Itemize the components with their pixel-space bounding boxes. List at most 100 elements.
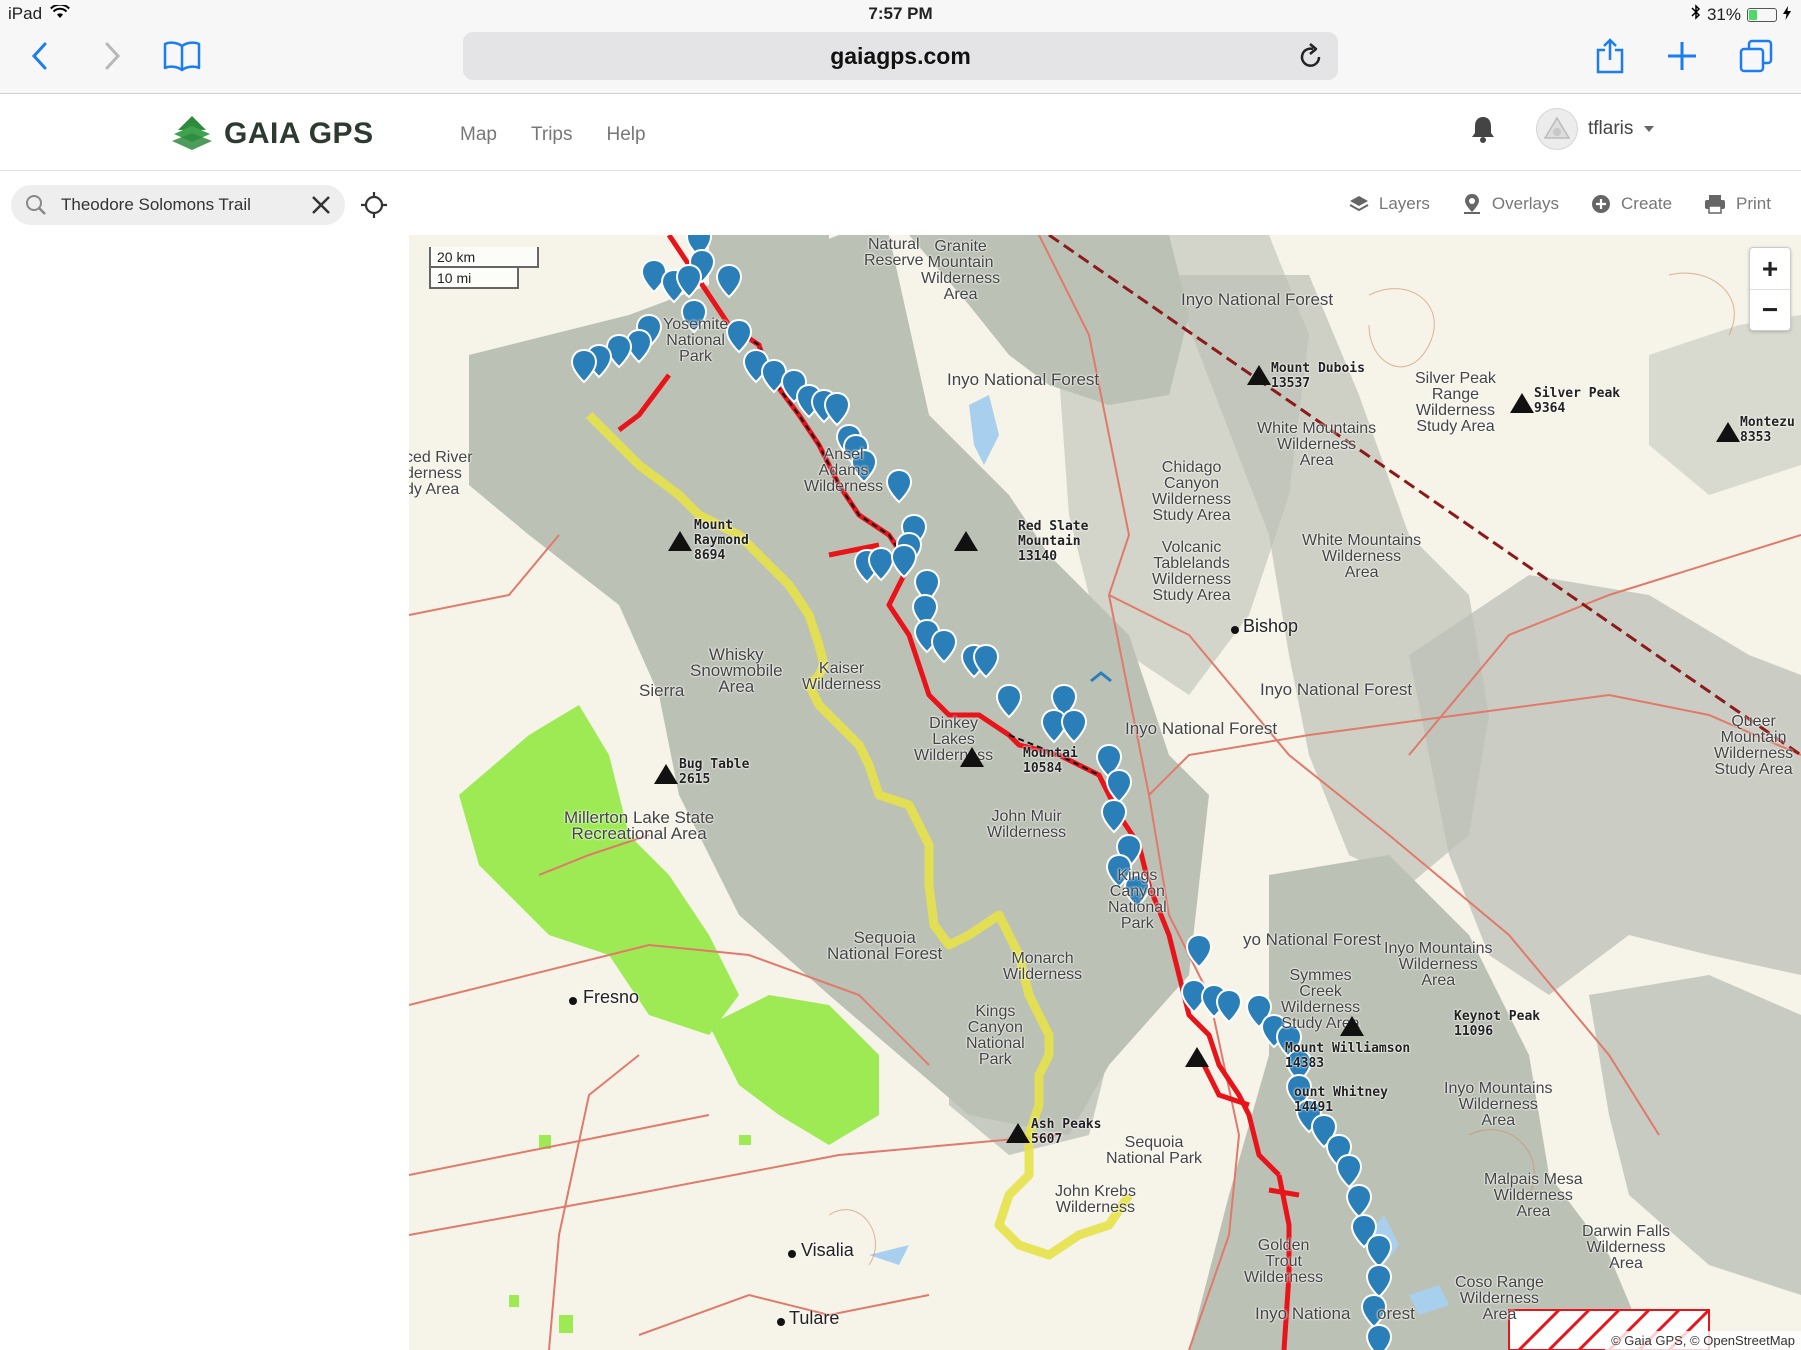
peak-label: ount Whitney 14491 bbox=[1294, 1085, 1388, 1115]
locate-button[interactable] bbox=[360, 191, 388, 224]
url-text: gaiagps.com bbox=[830, 42, 971, 69]
peak-icon bbox=[1185, 1047, 1209, 1067]
map-label: Granite Mountain Wilderness Area bbox=[921, 238, 1001, 303]
map-label: Yosemite National Park bbox=[663, 316, 729, 365]
crosshair-icon bbox=[361, 192, 387, 218]
map-attribution[interactable]: © Gaia GPS, © OpenStreetMap bbox=[1605, 1331, 1801, 1350]
user-avatar-icon bbox=[1543, 116, 1571, 139]
close-icon bbox=[312, 196, 330, 214]
plus-icon bbox=[1668, 42, 1696, 70]
caret-down-icon bbox=[1644, 126, 1655, 132]
map-label: Malpais Mesa Wilderness Area bbox=[1484, 1171, 1583, 1220]
clear-search-button[interactable] bbox=[309, 193, 333, 222]
map-label: Whisky Snowmobile Area bbox=[690, 645, 783, 696]
new-tab-button[interactable] bbox=[1662, 36, 1702, 76]
layers-label: Layers bbox=[1378, 194, 1430, 213]
map-label: Queer Mountain Wilderness Study Area bbox=[1714, 713, 1794, 778]
peak-label: Bug Table 2615 bbox=[679, 757, 750, 787]
mountain-logo-icon bbox=[172, 116, 212, 150]
share-button[interactable] bbox=[1590, 36, 1630, 76]
map-label: Inyo Nationa bbox=[1255, 1304, 1351, 1323]
city-bishop: Bishop bbox=[1243, 616, 1299, 636]
battery-percent: 31% bbox=[1706, 4, 1741, 24]
scale-km: 20 km bbox=[429, 247, 539, 268]
bell-icon bbox=[1472, 117, 1494, 143]
scale-bar: 20 km 10 mi bbox=[429, 247, 539, 289]
nav-help[interactable]: Help bbox=[607, 124, 646, 146]
map-label: ced River derness dy Area bbox=[409, 449, 473, 498]
chevron-left-icon bbox=[31, 42, 47, 70]
city-dot bbox=[788, 1250, 796, 1258]
city-tulare: Tulare bbox=[789, 1308, 840, 1328]
map-label: Kaiser Wilderness bbox=[802, 660, 882, 693]
status-bar: iPad 7:57 PM 31% bbox=[0, 0, 1801, 28]
peak-label: Mountai 10584 bbox=[1023, 746, 1078, 776]
zoom-in-button[interactable]: + bbox=[1750, 248, 1790, 289]
print-button[interactable]: Print bbox=[1704, 193, 1771, 215]
username: tflaris bbox=[1588, 118, 1634, 139]
zoom-control: + − bbox=[1749, 247, 1791, 331]
peak-icon bbox=[1510, 393, 1534, 413]
map-label: Inyo National Forest bbox=[1260, 680, 1413, 699]
printer-icon bbox=[1705, 195, 1726, 214]
tabs-button[interactable] bbox=[1736, 36, 1776, 76]
peak-label: Ash Peaks 5607 bbox=[1031, 1117, 1102, 1147]
back-button[interactable] bbox=[20, 36, 60, 76]
city-dot bbox=[777, 1318, 785, 1326]
peak-label: Silver Peak 9364 bbox=[1534, 386, 1621, 416]
map-label: John Krebs Wilderness bbox=[1055, 1183, 1136, 1216]
peak-label: Mount Dubois 13537 bbox=[1271, 361, 1365, 391]
nav-map[interactable]: Map bbox=[460, 124, 497, 146]
map-label: John Muir Wilderness bbox=[987, 808, 1067, 841]
tabs-icon bbox=[1739, 39, 1773, 73]
chevron-right-icon bbox=[105, 42, 121, 70]
peak-icon bbox=[1247, 365, 1271, 385]
map-label: Golden Trout Wilderness bbox=[1244, 1237, 1324, 1286]
reload-icon[interactable] bbox=[1298, 42, 1324, 76]
layers-button[interactable]: Layers bbox=[1349, 193, 1430, 215]
map-label: Monarch Wilderness bbox=[1003, 950, 1083, 983]
nav-trips[interactable]: Trips bbox=[531, 124, 573, 146]
map-label: Inyo National Forest bbox=[1181, 290, 1334, 309]
zoom-out-button[interactable]: − bbox=[1750, 289, 1790, 330]
peak-label: Mount Raymond 8694 bbox=[694, 518, 749, 563]
map-label: Kings Canyon National Park bbox=[966, 1003, 1025, 1068]
map-view[interactable]: 20 km 10 mi + − Natural Reserve Granite Mo… bbox=[409, 235, 1801, 1350]
notifications-button[interactable] bbox=[1470, 114, 1496, 149]
address-bar[interactable]: gaiagps.com bbox=[463, 32, 1338, 80]
map-label: Natural Reserve bbox=[864, 236, 924, 269]
main-nav: Map Trips Help bbox=[460, 124, 646, 146]
map-label: Sierra bbox=[639, 681, 685, 700]
city-dot bbox=[1231, 626, 1239, 634]
gaia-logo[interactable]: GAIA GPS bbox=[168, 114, 374, 154]
peak-label: Keynot Peak 11096 bbox=[1454, 1009, 1541, 1039]
user-menu[interactable]: tflaris bbox=[1536, 108, 1655, 150]
map-label: Inyo National Forest bbox=[1125, 719, 1278, 738]
peak-icon bbox=[668, 531, 692, 551]
map-label: Sequoia National Park bbox=[1106, 1134, 1203, 1167]
bookmarks-button[interactable] bbox=[162, 36, 202, 76]
city-visalia: Visalia bbox=[801, 1240, 854, 1260]
map-label: Darwin Falls Wilderness Area bbox=[1582, 1223, 1671, 1272]
map-label: Chidago Canyon Wilderness Study Area bbox=[1152, 459, 1232, 524]
bluetooth-icon bbox=[1691, 4, 1701, 25]
search-box bbox=[11, 185, 345, 225]
browser-toolbar: gaiagps.com bbox=[0, 28, 1801, 94]
print-label: Print bbox=[1736, 194, 1771, 213]
overlays-button[interactable]: Overlays bbox=[1462, 193, 1559, 215]
forward-button[interactable] bbox=[92, 36, 132, 76]
map-label: White Mountains Wilderness Area bbox=[1257, 420, 1377, 469]
map-label: Inyo National Forest bbox=[947, 370, 1100, 389]
peak-icon bbox=[1716, 422, 1740, 442]
search-input[interactable] bbox=[61, 195, 301, 215]
book-icon bbox=[163, 41, 201, 72]
peak-label: Montezu 8353 bbox=[1740, 415, 1795, 445]
city-dot bbox=[569, 997, 577, 1005]
overlays-label: Overlays bbox=[1491, 194, 1559, 213]
brand-name: GAIA GPS bbox=[224, 117, 374, 150]
create-button[interactable]: Create bbox=[1591, 193, 1672, 215]
map-label: Coso Range Wilderness Area bbox=[1455, 1274, 1544, 1323]
map-label: Inyo Mountains Wilderness Area bbox=[1444, 1080, 1553, 1129]
map-label: yo National Forest bbox=[1243, 930, 1381, 949]
map-label: Inyo Mountains Wilderness Area bbox=[1384, 940, 1493, 989]
